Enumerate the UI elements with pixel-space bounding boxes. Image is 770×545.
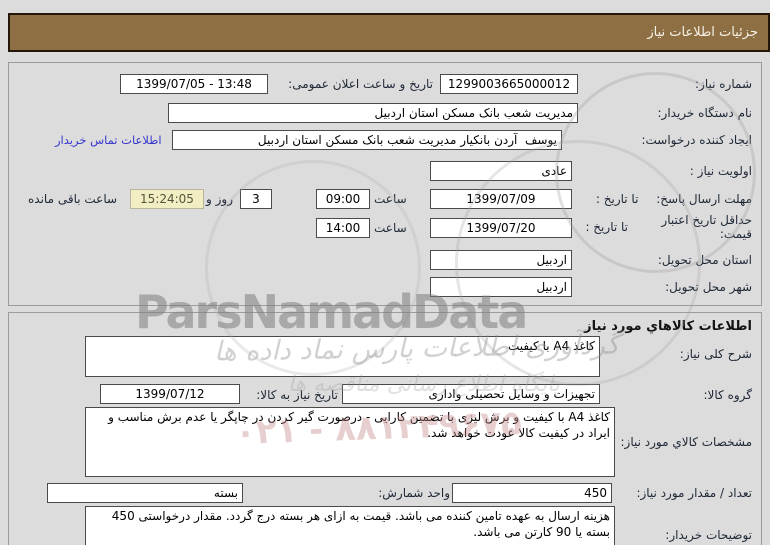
- goods-group-label: گروه کالا:: [703, 388, 753, 402]
- response-deadline-label: مهلت ارسال پاسخ: تا تاریخ :: [596, 192, 752, 206]
- goods-specs-textarea[interactable]: کاغذ A4 با کیفیت و برش لیزی با تضمین کار…: [85, 407, 615, 477]
- announce-datetime-input[interactable]: [120, 74, 268, 94]
- deadline-until-label: تا تاریخ :: [595, 192, 639, 206]
- priority-label: اولویت نیاز :: [689, 164, 752, 178]
- need-number-input[interactable]: [440, 74, 578, 94]
- announce-datetime-label: تاریخ و ساعت اعلان عمومی:: [288, 77, 433, 91]
- validity-until-label: تا تاریخ :: [585, 220, 628, 234]
- countdown-suffix-label: ساعت باقی مانده: [28, 192, 118, 206]
- request-creator-label: ایجاد کننده درخواست:: [641, 133, 752, 147]
- buyer-org-input[interactable]: [168, 103, 578, 123]
- need-date-label: تاریخ نیاز به کالا:: [256, 388, 338, 402]
- buyer-notes-label: توضیحات خریدار:: [665, 528, 752, 542]
- quantity-label: تعداد / مقدار مورد نیاز:: [636, 486, 752, 500]
- delivery-city-label: شهر محل تحویل:: [665, 280, 752, 294]
- goods-group-input[interactable]: [342, 384, 600, 404]
- priority-input[interactable]: [430, 161, 572, 181]
- delivery-city-input[interactable]: [430, 277, 572, 297]
- deadline-date-input[interactable]: [430, 189, 572, 209]
- countdown-timer: 15:24:05: [130, 189, 204, 209]
- validity-hour-label: ساعت: [374, 221, 407, 235]
- deadline-hour-label: ساعت: [374, 192, 407, 206]
- validity-time-input[interactable]: [316, 218, 370, 238]
- goods-specs-label: مشخصات کالاي مورد نیاز:: [620, 435, 752, 449]
- unit-label: واحد شمارش:: [378, 486, 450, 500]
- countdown-days-label: روز و: [206, 192, 233, 206]
- need-number-label: شماره نیاز:: [695, 77, 752, 91]
- buyer-org-label: نام دستگاه خریدار:: [657, 106, 753, 120]
- goods-section-header: اطلاعات کالاهاي مورد نیاز: [584, 319, 752, 334]
- need-description-textarea[interactable]: کاغذ A4 با کیفیت: [85, 336, 600, 377]
- need-description-label: شرح کلی نیاز:: [679, 347, 752, 361]
- deadline-label-text: مهلت ارسال پاسخ:: [656, 192, 752, 206]
- page-title-bar: جزئیات اطلاعات نیاز: [8, 13, 770, 52]
- buyer-notes-textarea[interactable]: هزینه ارسال به عهده تامین کننده می باشد.…: [85, 506, 615, 545]
- unit-input[interactable]: [47, 483, 243, 503]
- deadline-time-input[interactable]: [316, 189, 370, 209]
- price-validity-label: حداقل تاریخ اعتبار قیمت:: [661, 213, 752, 241]
- need-info-panel: [8, 62, 762, 306]
- page-title: جزئیات اطلاعات نیاز: [647, 25, 758, 40]
- validity-date-input[interactable]: [430, 218, 572, 238]
- delivery-province-input[interactable]: [430, 250, 572, 270]
- quantity-input[interactable]: [452, 483, 612, 503]
- need-date-input[interactable]: [100, 384, 240, 404]
- request-creator-input[interactable]: [172, 130, 562, 150]
- buyer-contact-link[interactable]: اطلاعات تماس خریدار: [55, 133, 162, 147]
- need-details-page: جزئیات اطلاعات نیاز شماره نیاز: تاریخ و …: [0, 0, 770, 545]
- countdown-days-input: [240, 189, 272, 209]
- delivery-province-label: استان محل تحویل:: [657, 253, 752, 267]
